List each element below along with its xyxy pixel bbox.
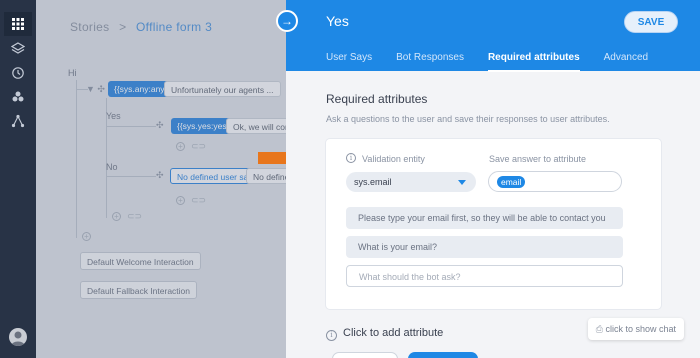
show-chat-label: click to show chat xyxy=(605,324,676,334)
canvas-overlay xyxy=(36,0,286,358)
flow-icon[interactable] xyxy=(11,114,25,128)
close-panel-arrow-icon[interactable]: → xyxy=(276,10,298,32)
layers-icon[interactable] xyxy=(10,42,26,56)
tab-advanced[interactable]: Advanced xyxy=(604,52,648,72)
nav-rail xyxy=(0,0,36,358)
attribute-tag[interactable]: email xyxy=(497,176,526,188)
history-icon[interactable] xyxy=(11,66,25,80)
save-button[interactable]: SAVE xyxy=(624,11,678,33)
interaction-panel: Yes SAVE User Says Bot Responses Require… xyxy=(276,0,700,358)
avatar[interactable] xyxy=(9,328,27,346)
show-chat-button[interactable]: ⎙ click to show chat xyxy=(587,318,684,340)
section-description: Ask a questions to the user and save the… xyxy=(326,114,610,124)
chat-icon: ⎙ xyxy=(595,324,606,334)
bot-ask-input[interactable]: What should the bot ask? xyxy=(346,265,623,287)
attribute-input[interactable]: email xyxy=(488,171,622,192)
people-icon[interactable] xyxy=(11,90,25,104)
tab-required-attributes[interactable]: Required attributes xyxy=(487,52,580,72)
add-attribute-button[interactable]: i Click to add attribute xyxy=(326,327,444,341)
chevron-down-icon xyxy=(458,180,466,185)
confirm-button[interactable] xyxy=(408,352,478,358)
cancel-button[interactable] xyxy=(332,352,398,358)
attribute-card: i Validation entity Save answer to attri… xyxy=(326,139,661,309)
add-attribute-label: Click to add attribute xyxy=(343,327,444,339)
validation-entity-select[interactable]: sys.email xyxy=(346,172,476,192)
section-title: Required attributes xyxy=(326,92,428,106)
bot-question-field[interactable]: What is your email? xyxy=(346,236,623,258)
bot-question-field[interactable]: Please type your email first, so they wi… xyxy=(346,207,623,245)
tab-bot-responses[interactable]: Bot Responses xyxy=(396,52,464,72)
panel-header: Yes SAVE User Says Bot Responses Require… xyxy=(286,0,700,72)
panel-tabs: User Says Bot Responses Required attribu… xyxy=(326,52,672,72)
save-answer-label: Save answer to attribute xyxy=(489,154,587,164)
interaction-title[interactable]: Yes xyxy=(326,13,349,29)
info-icon: i xyxy=(326,330,337,341)
info-icon[interactable]: i xyxy=(346,153,356,163)
tab-user-says[interactable]: User Says xyxy=(326,52,372,72)
validation-entity-label: Validation entity xyxy=(362,154,425,164)
validation-entity-value: sys.email xyxy=(354,177,392,187)
grid-icon[interactable] xyxy=(4,12,32,36)
